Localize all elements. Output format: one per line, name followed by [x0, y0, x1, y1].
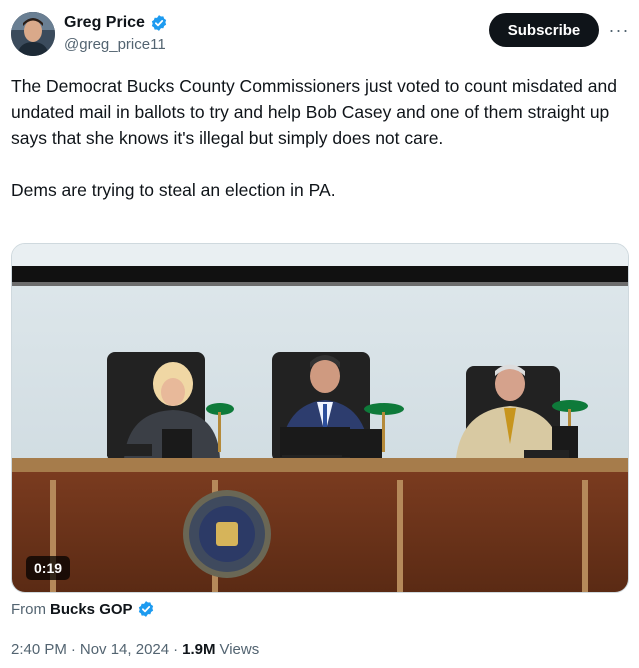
tweet-metadata: 2:40 PM · Nov 14, 2024 · 1.9M Views [11, 641, 259, 658]
meta-separator: · [70, 641, 76, 658]
author-handle[interactable]: @greg_price11 [64, 36, 166, 53]
verified-badge-icon[interactable] [150, 14, 168, 32]
author-display-name[interactable]: Greg Price [64, 14, 145, 32]
meta-separator: · [173, 641, 179, 658]
tweet-date[interactable]: Nov 14, 2024 [80, 641, 169, 658]
video-player[interactable]: 0:19 [11, 243, 629, 593]
views-count: 1.9M [182, 641, 216, 658]
verified-badge-icon [138, 601, 153, 617]
author-name-row: Greg Price [64, 14, 168, 32]
source-attribution: From Bucks GOP [11, 600, 155, 618]
more-options-icon[interactable]: ··· [608, 20, 630, 40]
author-avatar[interactable] [11, 12, 55, 56]
source-prefix: From [11, 600, 46, 618]
video-thumbnail [12, 244, 628, 592]
tweet-text: The Democrat Bucks County Commissioners … [11, 73, 623, 203]
subscribe-button[interactable]: Subscribe [489, 13, 599, 47]
tweet-paragraph: Dems are trying to steal an election in … [11, 180, 336, 200]
tweet-paragraph: The Democrat Bucks County Commissioners … [11, 76, 617, 148]
avatar-image [11, 12, 55, 56]
source-account-link[interactable]: Bucks GOP [50, 601, 133, 618]
tweet-time[interactable]: 2:40 PM [11, 641, 67, 658]
video-duration-badge: 0:19 [26, 556, 71, 580]
views-label: Views [219, 641, 260, 658]
